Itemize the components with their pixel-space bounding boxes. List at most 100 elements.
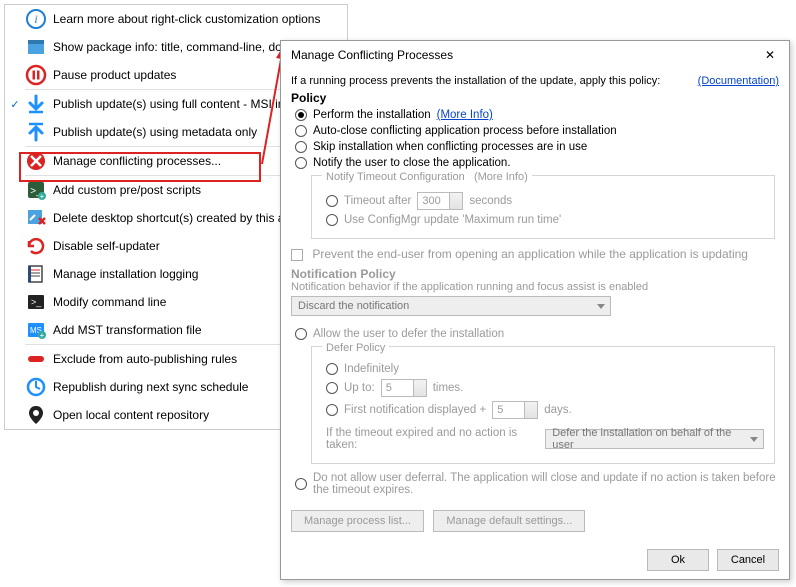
radio-label: Perform the installation	[313, 109, 431, 121]
log-icon	[25, 263, 47, 285]
info-icon: i	[25, 8, 47, 30]
radio-label: Do not allow user deferral. The applicat…	[313, 472, 779, 496]
pause-icon	[25, 64, 47, 86]
dialog-title-text: Manage Conflicting Processes	[291, 48, 453, 62]
menu-check-icon	[7, 407, 23, 423]
svg-text:+: +	[40, 331, 45, 340]
prevent-checkbox	[291, 249, 303, 261]
menu-check-icon	[7, 379, 23, 395]
mst-icon: MS+	[25, 319, 47, 341]
menu-item[interactable]: i Learn more about right-click customizat…	[5, 5, 347, 33]
menu-check-icon	[7, 67, 23, 83]
timeout-action-label: If the timeout expired and no action is …	[326, 427, 539, 451]
defer-indef-row: Indefinitely	[326, 363, 764, 375]
first-days-input: 5	[492, 401, 538, 419]
manage-default-settings-button: Manage default settings...	[433, 510, 585, 532]
timeout-after-row: Timeout after 300 seconds	[326, 192, 764, 210]
radio-icon	[295, 109, 307, 121]
radio-icon	[326, 214, 338, 226]
close-icon[interactable]: ✕	[759, 46, 781, 64]
manage-conflicting-dialog: Manage Conflicting Processes ✕ If a runn…	[280, 40, 790, 580]
upto-post: times.	[433, 382, 464, 394]
defer-policy-group: Defer Policy Indefinitely Up to: 5 times…	[311, 346, 775, 464]
svg-text:+: +	[40, 192, 45, 201]
menu-check-icon	[7, 124, 23, 140]
radio-label: Notify the user to close the application…	[313, 157, 511, 169]
radio-allow-defer: Allow the user to defer the installation	[295, 328, 779, 340]
first-pre: First notification displayed +	[344, 404, 486, 416]
refresh-off-icon	[25, 235, 47, 257]
menu-check-icon	[7, 266, 23, 282]
radio-icon	[326, 382, 338, 394]
script-icon: >_+	[25, 179, 47, 201]
radio-notify-user[interactable]: Notify the user to close the application…	[295, 157, 779, 169]
menu-check-icon	[7, 351, 23, 367]
menu-item-label: Publish update(s) using metadata only	[53, 125, 257, 139]
radio-perform-install[interactable]: Perform the installation (More Info)	[295, 109, 779, 121]
policy-heading: Policy	[291, 91, 779, 105]
notification-behavior-select: Discard the notification	[291, 296, 611, 316]
up-arrow-icon	[25, 121, 47, 143]
notification-policy-sub: Notification behavior if the application…	[291, 281, 779, 293]
upto-times-input: 5	[381, 379, 427, 397]
timeout-seconds-label: seconds	[469, 195, 512, 207]
menu-check-icon	[7, 210, 23, 226]
delete-shortcut-icon	[25, 207, 47, 229]
menu-check-icon	[7, 153, 23, 169]
menu-item-label: Manage conflicting processes...	[53, 154, 221, 168]
select-value: Defer the installation on behalf of the …	[552, 427, 745, 451]
menu-check-icon	[7, 39, 23, 55]
location-icon	[25, 404, 47, 426]
menu-item-label: Exclude from auto-publishing rules	[53, 352, 237, 366]
radio-icon	[326, 363, 338, 375]
menu-check-icon	[7, 238, 23, 254]
radio-label: Indefinitely	[344, 363, 399, 375]
upto-pre: Up to:	[344, 382, 375, 394]
radio-skip-install[interactable]: Skip installation when conflicting proce…	[295, 141, 779, 153]
radio-label: Allow the user to defer the installation	[313, 328, 504, 340]
group-title-text: Notify Timeout Configuration	[326, 171, 465, 183]
menu-check-icon	[7, 11, 23, 27]
radio-icon	[295, 141, 307, 153]
group-more-info: (More Info)	[474, 171, 528, 183]
radio-icon	[295, 478, 307, 490]
menu-item-label: Modify command line	[53, 295, 166, 309]
manage-process-list-button: Manage process list...	[291, 510, 424, 532]
more-info-link[interactable]: (More Info)	[437, 109, 493, 121]
menu-item-label: Learn more about right-click customizati…	[53, 12, 320, 26]
menu-item-label: Show package info: title, command-line, …	[53, 40, 290, 54]
menu-check-icon	[7, 294, 23, 310]
republish-icon	[25, 376, 47, 398]
svg-text:i: i	[34, 12, 37, 26]
radio-icon	[326, 404, 338, 416]
ok-button[interactable]: Ok	[647, 549, 709, 571]
intro-text: If a running process prevents the instal…	[291, 75, 660, 87]
down-arrow-icon	[25, 93, 47, 115]
cfgmgr-row: Use ConfigMgr update 'Maximum run time'	[326, 214, 764, 226]
first-post: days.	[544, 404, 572, 416]
radio-label: Skip installation when conflicting proce…	[313, 141, 587, 153]
radio-auto-close[interactable]: Auto-close conflicting application proce…	[295, 125, 779, 137]
radio-label: Auto-close conflicting application proce…	[313, 125, 617, 137]
svg-text:>_: >_	[31, 297, 42, 307]
timeout-action-row: If the timeout expired and no action is …	[326, 427, 764, 451]
package-icon	[25, 36, 47, 58]
exclude-icon	[25, 348, 47, 370]
documentation-link[interactable]: (Documentation)	[698, 75, 779, 87]
radio-no-defer: Do not allow user deferral. The applicat…	[295, 472, 779, 496]
cfgmgr-label: Use ConfigMgr update 'Maximum run time'	[344, 214, 561, 226]
radio-icon	[295, 157, 307, 169]
menu-check-icon	[7, 322, 23, 338]
defer-upto-row: Up to: 5 times.	[326, 379, 764, 397]
menu-item-label: Republish during next sync schedule	[53, 380, 248, 394]
menu-item-label: Disable self-updater	[53, 239, 160, 253]
timeout-after-label: Timeout after	[344, 195, 411, 207]
notification-policy-heading: Notification Policy	[291, 267, 779, 281]
stop-icon	[25, 150, 47, 172]
prevent-label: Prevent the end-user from opening an app…	[312, 247, 748, 261]
menu-item-label: Add MST transformation file	[53, 323, 202, 337]
menu-item-label: Pause product updates	[53, 68, 176, 82]
terminal-icon: >_	[25, 291, 47, 313]
cancel-button[interactable]: Cancel	[717, 549, 779, 571]
menu-check-icon: ✓	[7, 96, 23, 112]
